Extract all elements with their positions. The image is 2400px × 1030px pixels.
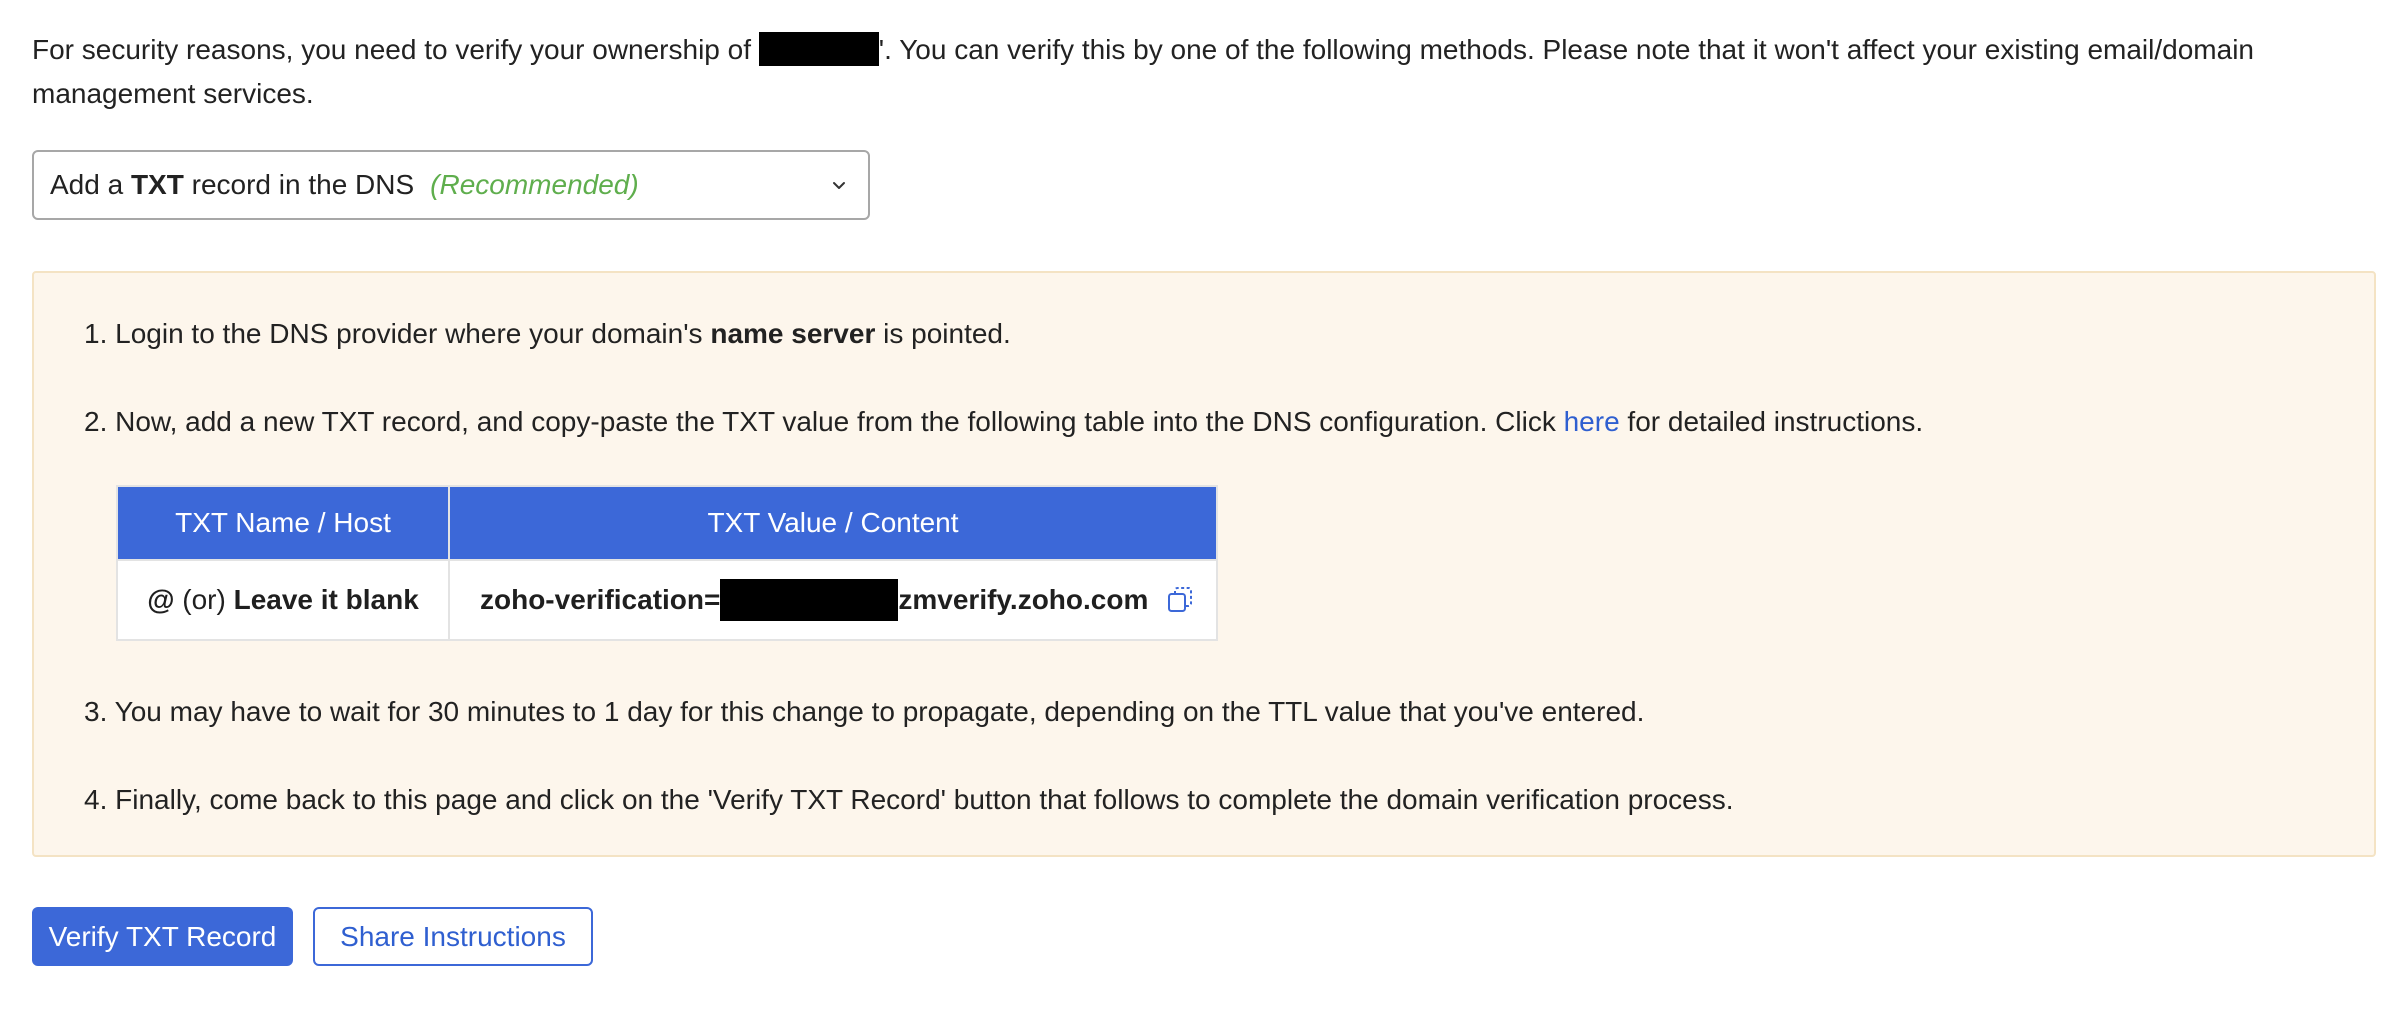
step-4: 4. Finally, come back to this page and c… — [84, 784, 1734, 815]
table-header-row: TXT Name / Host TXT Value / Content — [116, 485, 1218, 561]
step-1: 1. Login to the DNS provider where your … — [84, 316, 1011, 352]
copy-icon[interactable] — [1166, 585, 1196, 615]
cell-value[interactable]: zoho-verification= zmverify.zoho.com — [448, 559, 1218, 641]
step-1-after: is pointed. — [875, 318, 1011, 349]
verification-method-dropdown[interactable]: Add a TXT record in the DNS (Recommended) — [32, 150, 870, 220]
host-or: (or) — [174, 584, 234, 615]
verify-txt-record-button[interactable]: Verify TXT Record — [32, 907, 293, 966]
redacted-token — [720, 579, 899, 621]
value-suffix: zmverify.zoho.com — [898, 584, 1149, 615]
step-2-text: 2. Now, add a new TXT record, and copy-p… — [84, 406, 1564, 437]
domain-verification-page: For security reasons, you need to verify… — [0, 0, 2400, 1030]
method-label-suffix: record in the DNS — [183, 169, 415, 200]
header-value: TXT Value / Content — [448, 485, 1218, 561]
instructions-panel: 1. Login to the DNS provider where your … — [32, 271, 2376, 857]
step-1-text: 1. Login to the DNS provider where your … — [84, 318, 711, 349]
intro-text: For security reasons, you need to verify… — [32, 28, 2352, 116]
step-1-bold: name server — [710, 318, 876, 349]
table-row: @ (or) Leave it blank zoho-verification=… — [116, 559, 1218, 641]
intro-before-domain: For security reasons, you need to verify… — [32, 34, 759, 65]
detailed-instructions-link[interactable]: here — [1564, 406, 1620, 437]
value-prefix: zoho-verification= — [480, 584, 721, 615]
cell-host: @ (or) Leave it blank — [116, 559, 450, 641]
method-label-prefix: Add a — [50, 169, 131, 200]
host-at: @ — [147, 584, 175, 615]
recommended-tag: (Recommended) — [430, 169, 639, 200]
header-host: TXT Name / Host — [116, 485, 450, 561]
redacted-domain — [758, 31, 879, 66]
chevron-down-icon — [833, 182, 845, 189]
share-instructions-button[interactable]: Share Instructions — [313, 907, 593, 966]
host-blank: Leave it blank — [233, 584, 419, 615]
step-3: 3. You may have to wait for 30 minutes t… — [84, 696, 1645, 727]
txt-record-table: TXT Name / Host TXT Value / Content @ (o… — [116, 485, 1218, 641]
method-label-bold: TXT — [130, 169, 184, 200]
step-2: 2. Now, add a new TXT record, and copy-p… — [84, 404, 1923, 440]
step-2-after: for detailed instructions. — [1619, 406, 1924, 437]
